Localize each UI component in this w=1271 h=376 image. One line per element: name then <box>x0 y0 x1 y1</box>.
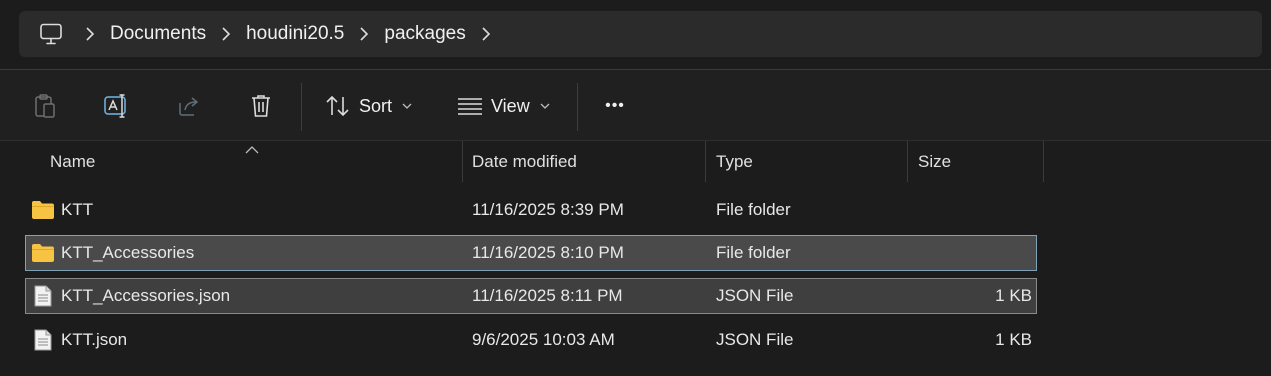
view-label: View <box>491 95 530 116</box>
column-date-modified[interactable]: Date modified <box>472 141 577 182</box>
more-options-button[interactable]: ••• <box>600 90 630 122</box>
file-row[interactable]: KTT_Accessories 11/16/2025 8:10 PM File … <box>25 235 1037 271</box>
sort-label: Sort <box>359 95 393 116</box>
folder-icon <box>31 236 55 270</box>
breadcrumb-chevron-icon[interactable] <box>467 11 505 57</box>
file-type: File folder <box>716 200 791 219</box>
file-name: KTT.json <box>61 330 128 349</box>
file-row[interactable]: KTT 11/16/2025 8:39 PM File folder <box>25 192 1037 228</box>
folder-icon <box>31 192 55 228</box>
file-name: KTT <box>61 200 94 219</box>
computer-icon[interactable] <box>39 22 63 46</box>
delete-icon <box>252 95 270 117</box>
breadcrumb-chevron-icon[interactable] <box>71 11 109 57</box>
toolbar-separator <box>301 83 302 131</box>
file-row[interactable]: KTT_Accessories.json 11/16/2025 8:11 PM … <box>25 278 1037 314</box>
file-date: 11/16/2025 8:10 PM <box>472 243 624 262</box>
breadcrumb-packages[interactable]: packages <box>383 11 466 57</box>
paste-icon <box>35 94 55 118</box>
file-date: 11/16/2025 8:39 PM <box>472 200 624 219</box>
toolbar-separator <box>577 83 578 131</box>
column-divider[interactable] <box>907 141 908 182</box>
file-type: JSON File <box>716 286 794 305</box>
chevron-down-icon <box>402 103 412 109</box>
chevron-down-icon <box>540 103 550 109</box>
file-size: 1 KB <box>995 330 1032 349</box>
column-header: Name Date modified Type Size <box>0 141 1271 182</box>
sort-up-icon <box>245 141 259 159</box>
breadcrumb-chevron-icon[interactable] <box>345 11 383 57</box>
file-type: JSON File <box>716 330 794 349</box>
sort-icon <box>326 95 349 117</box>
view-icon <box>458 98 482 115</box>
file-name: KTT_Accessories.json <box>61 286 231 305</box>
file-row[interactable]: KTT.json 9/6/2025 10:03 AM JSON File 1 K… <box>25 322 1037 358</box>
rename-icon <box>104 94 126 118</box>
column-size[interactable]: Size <box>918 141 951 182</box>
column-divider[interactable] <box>462 141 463 182</box>
file-type: File folder <box>716 243 791 262</box>
share-icon <box>179 97 199 116</box>
address-bar[interactable]: Documents houdini20.5 packages <box>19 11 1262 57</box>
command-bar: Sort View ••• <box>0 70 1271 141</box>
file-name: KTT_Accessories <box>61 243 195 262</box>
file-date: 9/6/2025 10:03 AM <box>472 330 615 349</box>
file-icon <box>34 279 52 313</box>
column-type[interactable]: Type <box>716 141 753 182</box>
column-name[interactable]: Name <box>50 141 95 182</box>
view-button[interactable]: View <box>457 90 550 122</box>
delete-button[interactable] <box>246 90 276 122</box>
column-divider[interactable] <box>705 141 706 182</box>
rename-button[interactable] <box>102 90 132 122</box>
sort-button[interactable]: Sort <box>325 90 412 122</box>
breadcrumb-chevron-icon[interactable] <box>207 11 245 57</box>
file-icon <box>34 322 52 358</box>
breadcrumb-houdini[interactable]: houdini20.5 <box>245 11 345 57</box>
paste-button[interactable] <box>30 90 60 122</box>
file-size: 1 KB <box>995 286 1032 305</box>
file-date: 11/16/2025 8:11 PM <box>472 286 623 305</box>
share-button[interactable] <box>175 90 205 122</box>
column-divider[interactable] <box>1043 141 1044 182</box>
breadcrumb-documents[interactable]: Documents <box>109 11 207 57</box>
